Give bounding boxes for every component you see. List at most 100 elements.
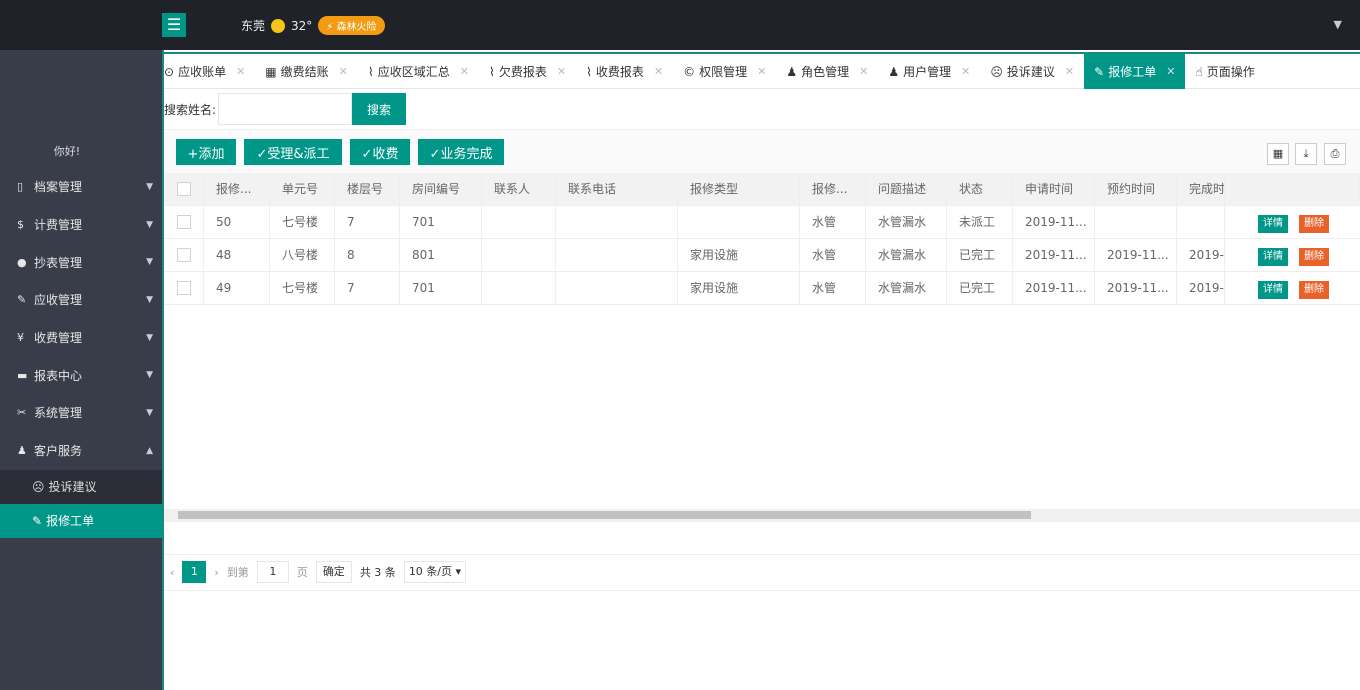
sidebar-item-label: 档案管理 bbox=[34, 180, 83, 195]
row-checkbox[interactable] bbox=[177, 281, 191, 295]
charge-button[interactable]: ✓收费 bbox=[350, 139, 410, 165]
user-menu-caret-icon[interactable]: ▼ bbox=[1334, 18, 1342, 31]
prev-page-icon[interactable]: ‹ bbox=[170, 566, 174, 579]
column-header[interactable]: 联系电话 bbox=[556, 173, 678, 206]
column-header[interactable]: 报修类型 bbox=[678, 173, 800, 206]
column-header[interactable]: 报修... bbox=[800, 173, 866, 206]
sidebar-item[interactable]: ♟ 客户服务 ▲ bbox=[0, 432, 162, 470]
delete-button[interactable]: 删除 bbox=[1299, 281, 1329, 299]
tab-label: 投诉建议 bbox=[1006, 65, 1055, 79]
close-icon[interactable]: ✕ bbox=[757, 65, 766, 78]
tab-item[interactable]: ♟ 角色管理 ✕ bbox=[776, 54, 878, 89]
current-page[interactable]: 1 bbox=[182, 561, 207, 583]
column-header[interactable]: 联系人 bbox=[482, 173, 556, 206]
add-button[interactable]: +添加 bbox=[176, 139, 236, 165]
export-icon[interactable]: ⤓ bbox=[1295, 143, 1317, 165]
scrollbar-thumb[interactable] bbox=[178, 511, 1031, 519]
search-label: 搜索姓名: bbox=[164, 102, 217, 117]
chevron-down-icon: ▼ bbox=[146, 219, 153, 230]
row-checkbox[interactable] bbox=[177, 215, 191, 229]
sidebar-subitem[interactable]: ☹ 投诉建议 bbox=[0, 469, 162, 504]
column-header[interactable]: 房间编号 bbox=[400, 173, 482, 206]
close-icon[interactable]: ✕ bbox=[1166, 65, 1175, 78]
complete-button[interactable]: ✓业务完成 bbox=[418, 139, 504, 165]
columns-filter-icon[interactable]: ▦ bbox=[1267, 143, 1289, 165]
table-cell: 已完工 bbox=[947, 272, 1013, 305]
tab-item[interactable]: ⊙ 应收账单 ✕ bbox=[164, 54, 255, 89]
table-footer-row bbox=[164, 521, 1360, 555]
sidebar-item[interactable]: ▬ 报表中心 ▼ bbox=[0, 356, 162, 394]
weather-widget: 东莞 32° ⚡ 森林火险 bbox=[241, 16, 385, 35]
table-cell: 701 bbox=[400, 272, 482, 305]
pagination: ‹ 1 › 到第 1 页 确定 共 3 条 10 条/页 ▾ bbox=[170, 561, 467, 583]
close-icon[interactable]: ✕ bbox=[557, 65, 566, 78]
tab-item[interactable]: ✎ 报修工单 ✕ bbox=[1084, 54, 1186, 89]
tab-item[interactable]: ⌇ 欠费报表 ✕ bbox=[479, 54, 576, 89]
close-icon[interactable]: ✕ bbox=[1065, 65, 1074, 78]
column-header[interactable]: 预约时间 bbox=[1095, 173, 1177, 206]
column-header[interactable]: 单元号 bbox=[270, 173, 335, 206]
column-header[interactable]: 完成时间 bbox=[1177, 173, 1225, 206]
tab-label: 页面操作 bbox=[1206, 65, 1255, 79]
close-icon[interactable]: ✕ bbox=[236, 65, 245, 78]
delete-button[interactable]: 删除 bbox=[1299, 215, 1329, 233]
column-header[interactable] bbox=[1225, 173, 1360, 206]
print-icon[interactable]: ⎙ bbox=[1324, 143, 1346, 165]
horizontal-scrollbar[interactable] bbox=[164, 509, 1360, 521]
sidebar-item[interactable]: ✂ 系统管理 ▼ bbox=[0, 394, 162, 432]
tab-icon: ⊙ bbox=[164, 64, 175, 79]
tab-item[interactable]: ⌇ 应收区域汇总 ✕ bbox=[358, 54, 479, 89]
delete-button[interactable]: 删除 bbox=[1299, 248, 1329, 266]
table-cell: 2019-1 bbox=[1177, 239, 1225, 272]
chevron-up-icon: ▲ bbox=[146, 445, 153, 456]
row-checkbox[interactable] bbox=[177, 248, 191, 262]
tab-item[interactable]: ☝ 页面操作 bbox=[1185, 54, 1264, 89]
close-icon[interactable]: ✕ bbox=[961, 65, 970, 78]
tab-item[interactable]: ♟ 用户管理 ✕ bbox=[878, 54, 980, 89]
detail-button[interactable]: 详情 bbox=[1258, 215, 1288, 233]
sidebar-item-label: 系统管理 bbox=[34, 406, 83, 421]
table-cell: 八号楼 bbox=[270, 239, 335, 272]
sidebar-item[interactable]: ▯ 档案管理 ▼ bbox=[0, 168, 162, 206]
table-cell: 50 bbox=[204, 206, 270, 239]
detail-button[interactable]: 详情 bbox=[1258, 281, 1288, 299]
confirm-button[interactable]: 确定 bbox=[315, 561, 352, 583]
report-icon: ▬ bbox=[17, 368, 28, 382]
sidebar-subitem-label: 报修工单 bbox=[46, 514, 95, 528]
table-cell: 七号楼 bbox=[270, 206, 335, 239]
column-header[interactable]: 问题描述 bbox=[866, 173, 947, 206]
select-all-checkbox[interactable] bbox=[177, 182, 191, 196]
table-cell: 家用设施 bbox=[678, 272, 800, 305]
column-header[interactable]: 申请时间 bbox=[1013, 173, 1095, 206]
chevron-down-icon: ▼ bbox=[146, 181, 153, 192]
menu-toggle-button[interactable]: ☰ bbox=[162, 13, 186, 37]
sidebar-item[interactable]: ✎ 应收管理 ▼ bbox=[0, 281, 162, 319]
page-input[interactable]: 1 bbox=[256, 561, 289, 583]
sidebar-subitem[interactable]: ✎ 报修工单 bbox=[0, 503, 162, 538]
search-name-input[interactable] bbox=[218, 93, 353, 125]
page-size-select[interactable]: 10 条/页 ▾ bbox=[403, 561, 467, 583]
column-header[interactable]: 报修... bbox=[204, 173, 270, 206]
detail-button[interactable]: 详情 bbox=[1258, 248, 1288, 266]
column-header[interactable]: 状态 bbox=[947, 173, 1013, 206]
sidebar-item[interactable]: $ 计费管理 ▼ bbox=[0, 206, 162, 244]
close-icon[interactable]: ✕ bbox=[460, 65, 469, 78]
tab-icon: ⌇ bbox=[367, 64, 374, 79]
sidebar-item[interactable]: ● 抄表管理 ▼ bbox=[0, 243, 162, 281]
close-icon[interactable]: ✕ bbox=[859, 65, 868, 78]
tab-icon: ♟ bbox=[888, 64, 900, 79]
tab-item[interactable]: ☹ 投诉建议 ✕ bbox=[980, 54, 1084, 89]
total-count: 共 3 条 bbox=[359, 566, 396, 579]
search-button[interactable]: 搜索 bbox=[352, 93, 407, 125]
tab-item[interactable]: ⌇ 收费报表 ✕ bbox=[576, 54, 673, 89]
sidebar-item-label: 报表中心 bbox=[34, 368, 83, 383]
tab-item[interactable]: ▦ 缴费结账 ✕ bbox=[255, 54, 358, 89]
tab-item[interactable]: © 权限管理 ✕ bbox=[673, 54, 776, 89]
page-label: 页 bbox=[296, 566, 308, 579]
dispatch-button[interactable]: ✓受理&派工 bbox=[244, 139, 342, 165]
sidebar-item[interactable]: ¥ 收费管理 ▼ bbox=[0, 319, 162, 357]
close-icon[interactable]: ✕ bbox=[339, 65, 348, 78]
next-page-icon[interactable]: › bbox=[214, 566, 218, 579]
close-icon[interactable]: ✕ bbox=[654, 65, 663, 78]
column-header[interactable]: 楼层号 bbox=[335, 173, 400, 206]
